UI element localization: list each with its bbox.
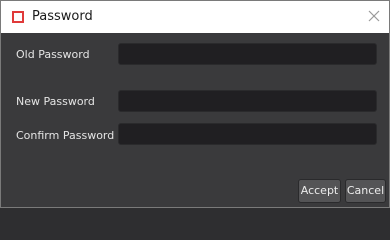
app-icon	[12, 11, 24, 23]
new-password-field[interactable]	[118, 90, 377, 112]
confirm-password-label: Confirm Password	[16, 129, 115, 142]
close-icon[interactable]	[365, 7, 383, 25]
password-dialog: Password Old Password New Password Confi…	[0, 0, 390, 208]
dialog-content: Old Password New Password Confirm Passwo…	[1, 33, 389, 207]
new-password-label: New Password	[16, 95, 95, 108]
confirm-password-field[interactable]	[118, 123, 377, 145]
accept-button[interactable]: Accept	[298, 179, 341, 203]
old-password-label: Old Password	[16, 48, 90, 61]
dialog-title: Password	[32, 9, 93, 24]
old-password-field[interactable]	[118, 43, 377, 65]
cancel-button[interactable]: Cancel	[345, 179, 386, 203]
title-bar: Password	[1, 1, 389, 33]
